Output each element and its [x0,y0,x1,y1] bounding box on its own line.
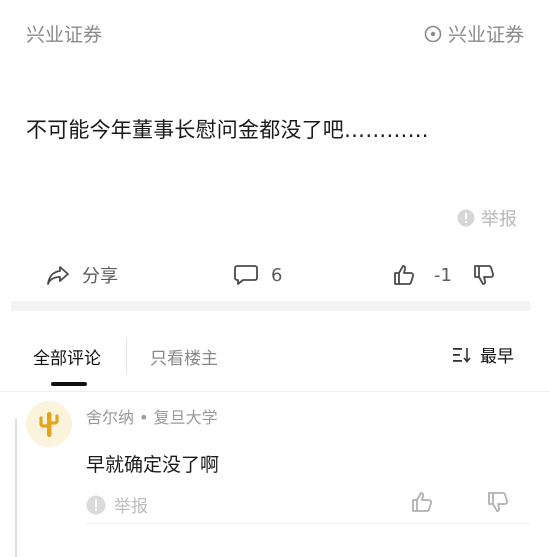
alert-icon [457,209,475,227]
thumbs-up-icon [410,490,434,514]
share-label: 分享 [82,266,118,287]
tab-all-comments[interactable]: 全部评论 [33,344,101,369]
comment-tabs: 全部评论 只看楼主 最早 [0,330,550,386]
like-score: -1 [434,264,452,286]
share-button[interactable]: 分享 [46,255,118,295]
comment-text: 早就确定没了啊 [86,454,220,476]
post-content: 不可能今年董事长慰问金都没了吧………… [26,118,429,142]
board-link-label: 兴业证券 [447,24,524,46]
post-action-bar: 分享 6 -1 [0,255,550,295]
alert-icon [86,495,106,515]
comment-bubble-icon [233,263,259,287]
share-arrow-icon [46,264,70,286]
tab-separator [126,338,127,374]
target-circle-icon [424,25,442,43]
comment-button[interactable]: 6 [233,255,282,295]
comment-like-button[interactable] [410,490,434,514]
thumbs-down-icon [472,263,496,287]
cactus-icon [37,409,61,439]
board-name-label[interactable]: 兴业证券 [26,20,102,47]
dislike-button[interactable] [472,255,496,295]
post-report-button[interactable]: 举报 [457,205,517,231]
comment-author-meta[interactable]: 舍尔纳 • 复旦大学 [86,404,218,428]
comment-dislike-button[interactable] [486,490,510,514]
thumbs-down-icon [486,490,510,514]
post-report-label: 举报 [481,209,517,230]
tab-op-only[interactable]: 只看楼主 [150,344,218,369]
section-divider [11,301,530,311]
comment-report-button[interactable]: 举报 [86,492,148,517]
edge-divider [15,418,17,557]
score-display: -1 [434,255,452,295]
board-link[interactable]: 兴业证券 [424,20,524,47]
thumbs-up-icon [392,263,416,287]
comment-report-label: 举报 [114,497,148,517]
sort-label: 最早 [480,347,514,367]
sort-icon [452,346,472,364]
tabs-divider [0,391,550,392]
comment-count: 6 [271,264,283,286]
like-button[interactable] [392,255,416,295]
comment-divider [86,523,530,524]
active-tab-indicator [51,382,87,386]
avatar[interactable] [26,401,72,447]
sort-toggle[interactable]: 最早 [452,342,514,367]
